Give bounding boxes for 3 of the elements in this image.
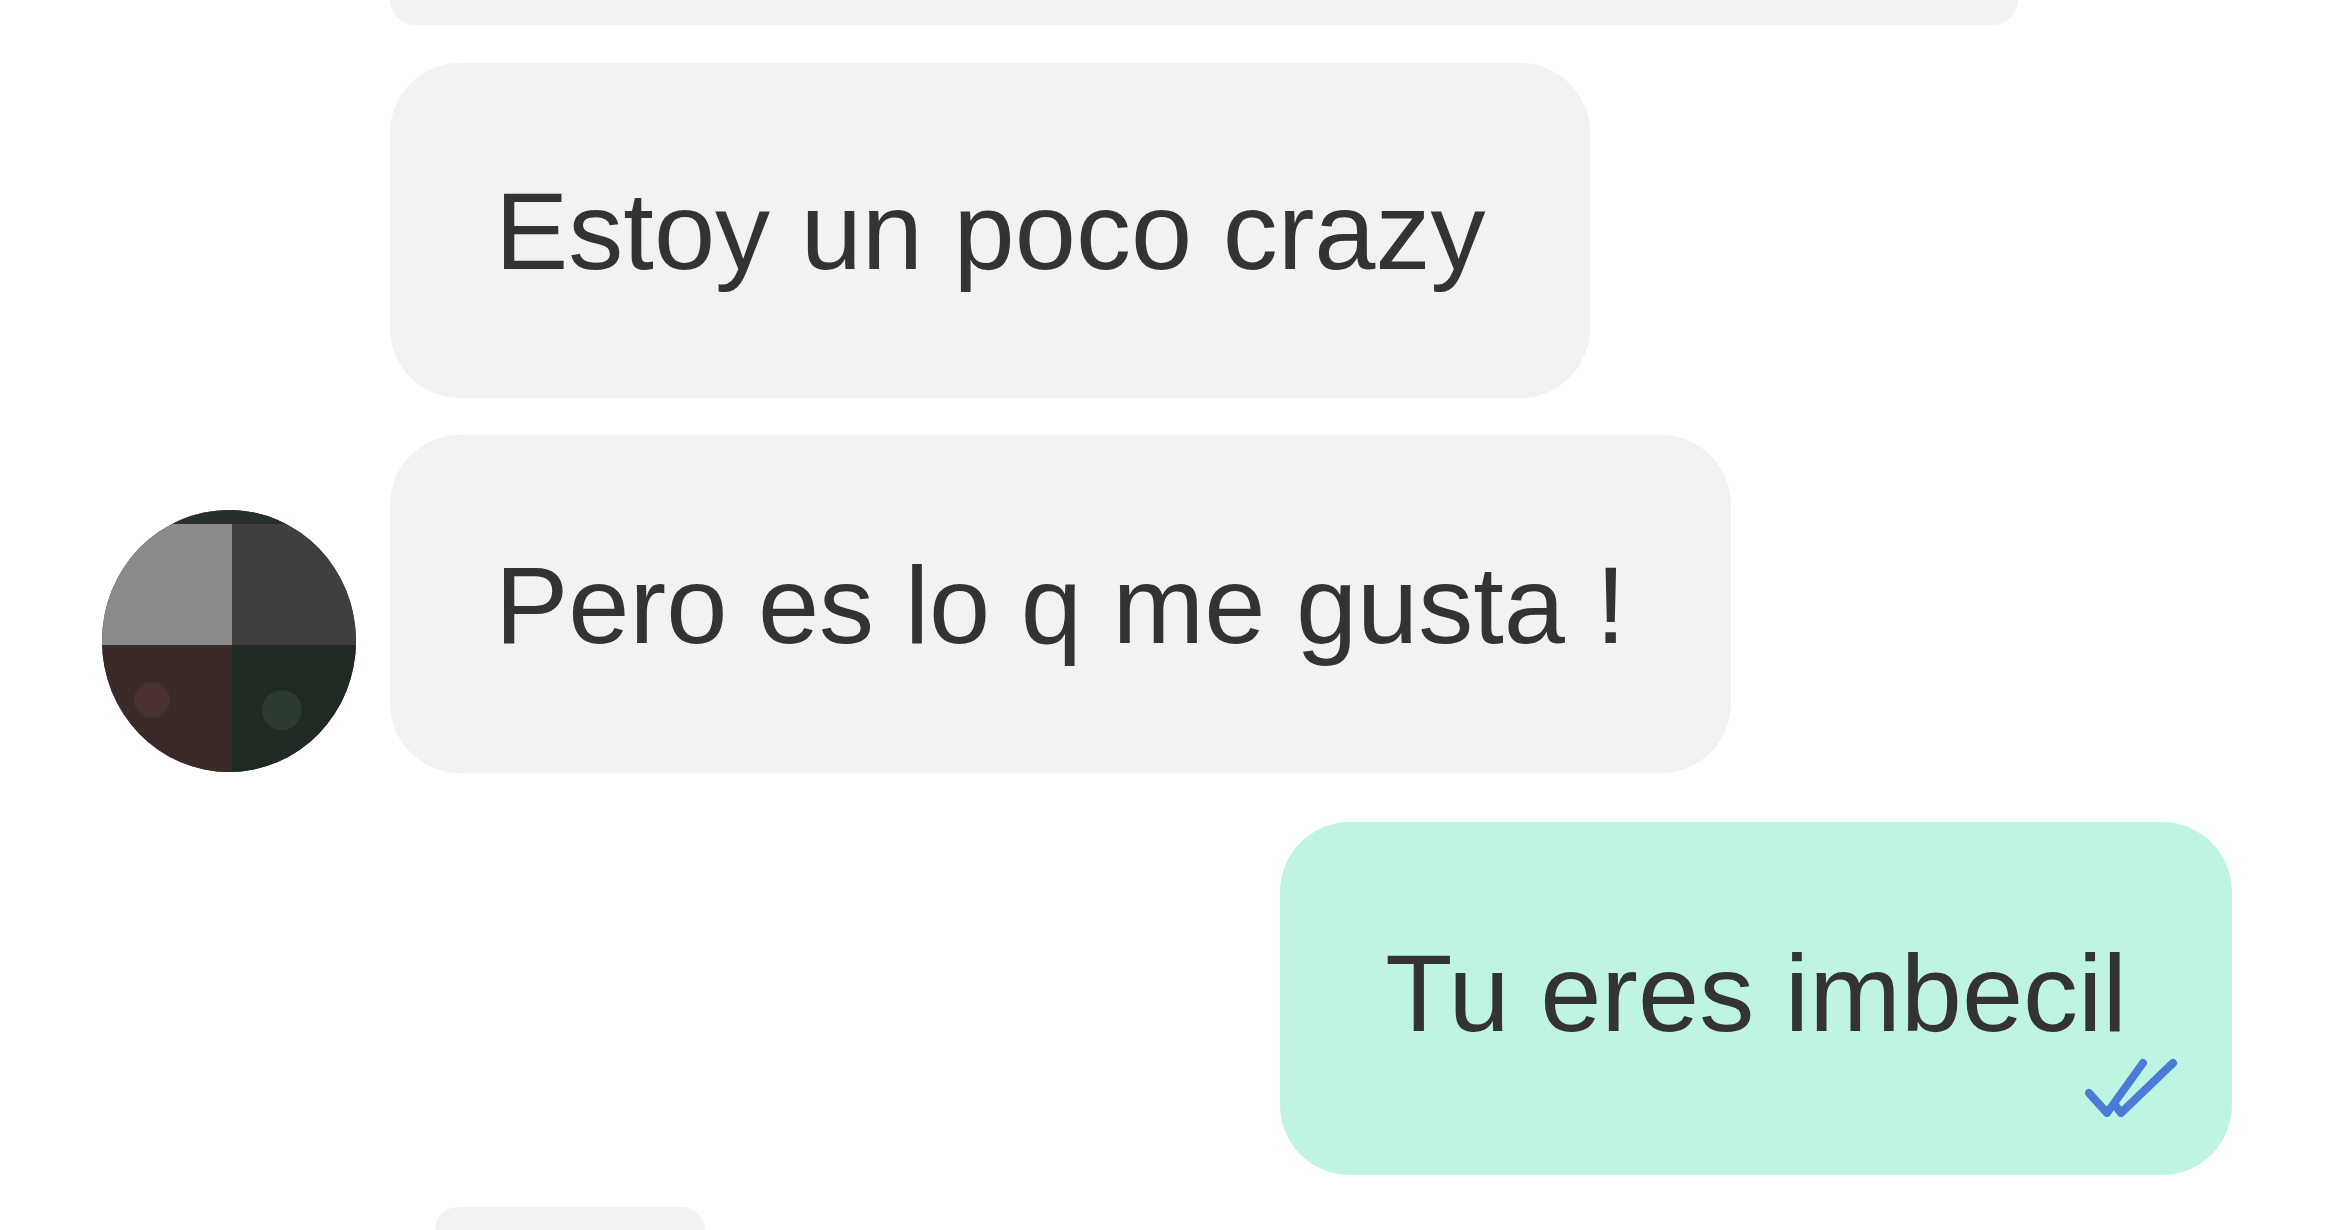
message-text: Estoy un poco crazy xyxy=(495,168,1486,294)
message-text: Tu eres imbecil xyxy=(1385,930,2127,1056)
message-text: Pero es lo q me gusta ! xyxy=(495,541,1627,668)
